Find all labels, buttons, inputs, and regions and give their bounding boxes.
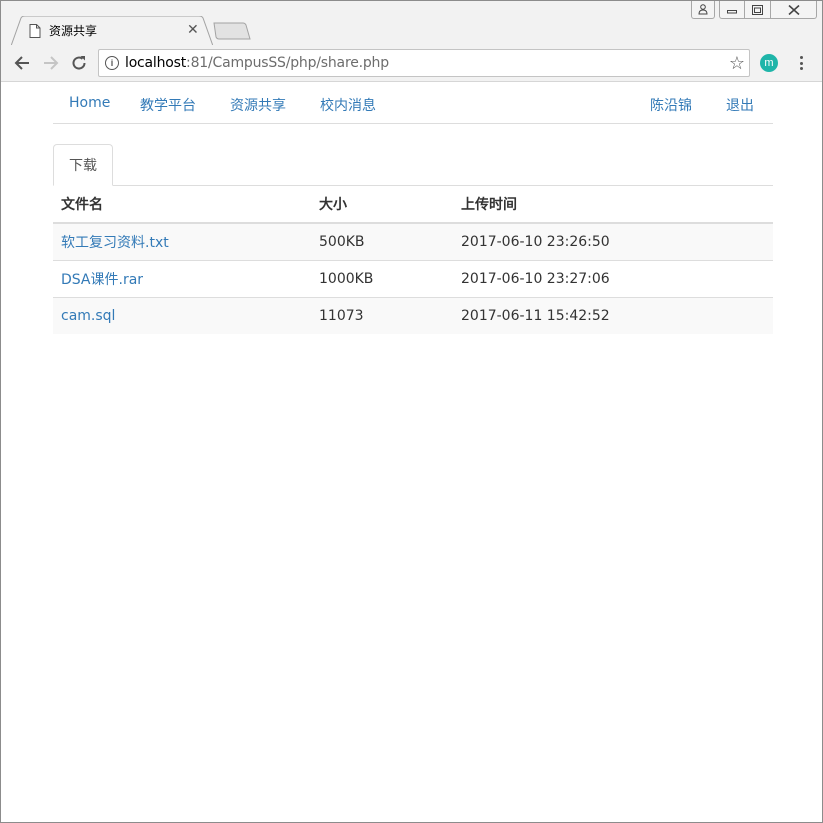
files-table: 文件名 大小 上传时间 软工复习资料.txt 500KB 2017-06-10 … xyxy=(53,186,773,334)
user-profile-icon[interactable] xyxy=(691,1,715,19)
url-text: localhost:81/CampusSS/php/share.php xyxy=(125,55,389,71)
site-navbar: Home 教学平台 资源共享 校内消息 陈沿锦 退出 xyxy=(53,83,773,124)
tab-close-icon[interactable]: ✕ xyxy=(187,21,199,38)
table-row: 软工复习资料.txt 500KB 2017-06-10 23:26:50 xyxy=(53,222,773,260)
content-tabs: 下载 xyxy=(53,144,773,186)
nav-logout[interactable]: 退出 xyxy=(726,95,754,115)
table-row: cam.sql 11073 2017-06-11 15:42:52 xyxy=(53,296,773,334)
window-controls xyxy=(691,1,817,19)
file-link[interactable]: cam.sql xyxy=(61,308,115,324)
browser-toolbar: i localhost:81/CampusSS/php/share.php ☆ … xyxy=(1,45,822,82)
url-path: :81/CampusSS/php/share.php xyxy=(186,55,389,71)
forward-icon[interactable] xyxy=(41,53,61,73)
new-tab-button[interactable] xyxy=(213,22,251,40)
window-close-icon[interactable] xyxy=(771,1,817,19)
tab-content: 资源共享 xyxy=(29,16,209,45)
table-header-row: 文件名 大小 上传时间 xyxy=(53,186,773,224)
file-link[interactable]: DSA课件.rar xyxy=(61,272,143,288)
address-bar[interactable]: i localhost:81/CampusSS/php/share.php ☆ xyxy=(98,49,750,77)
minimize-icon[interactable] xyxy=(719,1,745,19)
file-link[interactable]: 软工复习资料.txt xyxy=(61,235,169,251)
page-content: Home 教学平台 资源共享 校内消息 陈沿锦 退出 下载 文件名 大小 上传时… xyxy=(2,83,821,821)
extension-label: m xyxy=(764,57,774,69)
upload-time-cell: 2017-06-11 15:42:52 xyxy=(453,296,773,334)
table-row: DSA课件.rar 1000KB 2017-06-10 23:27:06 xyxy=(53,259,773,297)
extension-icon[interactable]: m xyxy=(760,54,778,72)
nav-teaching-platform[interactable]: 教学平台 xyxy=(140,95,196,115)
upload-time-cell: 2017-06-10 23:27:06 xyxy=(453,259,773,297)
header-filename: 文件名 xyxy=(53,186,311,224)
tab-title: 资源共享 xyxy=(49,24,98,38)
header-upload-time: 上传时间 xyxy=(453,186,773,224)
browser-window: 资源共享 ✕ i localhost:81/CampusSS/php/share… xyxy=(0,0,823,823)
bookmark-star-icon[interactable]: ☆ xyxy=(729,53,745,74)
nav-resource-share[interactable]: 资源共享 xyxy=(230,95,286,115)
file-name-cell: 软工复习资料.txt xyxy=(53,222,311,260)
file-name-cell: cam.sql xyxy=(53,296,311,334)
info-icon[interactable]: i xyxy=(105,56,119,70)
file-size-cell: 500KB xyxy=(311,222,453,260)
upload-time-cell: 2017-06-10 23:26:50 xyxy=(453,222,773,260)
nav-user-name[interactable]: 陈沿锦 xyxy=(650,95,692,115)
restore-icon[interactable] xyxy=(745,1,771,19)
reload-icon[interactable] xyxy=(69,53,89,73)
tab-download[interactable]: 下载 xyxy=(53,144,113,186)
nav-campus-messages[interactable]: 校内消息 xyxy=(320,95,376,115)
back-icon[interactable] xyxy=(12,53,32,73)
file-name-cell: DSA课件.rar xyxy=(53,259,311,297)
file-size-cell: 11073 xyxy=(311,296,453,334)
nav-home[interactable]: Home xyxy=(69,95,110,111)
page-icon xyxy=(29,23,41,38)
header-size: 大小 xyxy=(311,186,453,224)
title-bar: 资源共享 ✕ xyxy=(1,1,822,46)
browser-menu-icon[interactable] xyxy=(796,54,806,72)
file-size-cell: 1000KB xyxy=(311,259,453,297)
url-host: localhost xyxy=(125,55,187,71)
